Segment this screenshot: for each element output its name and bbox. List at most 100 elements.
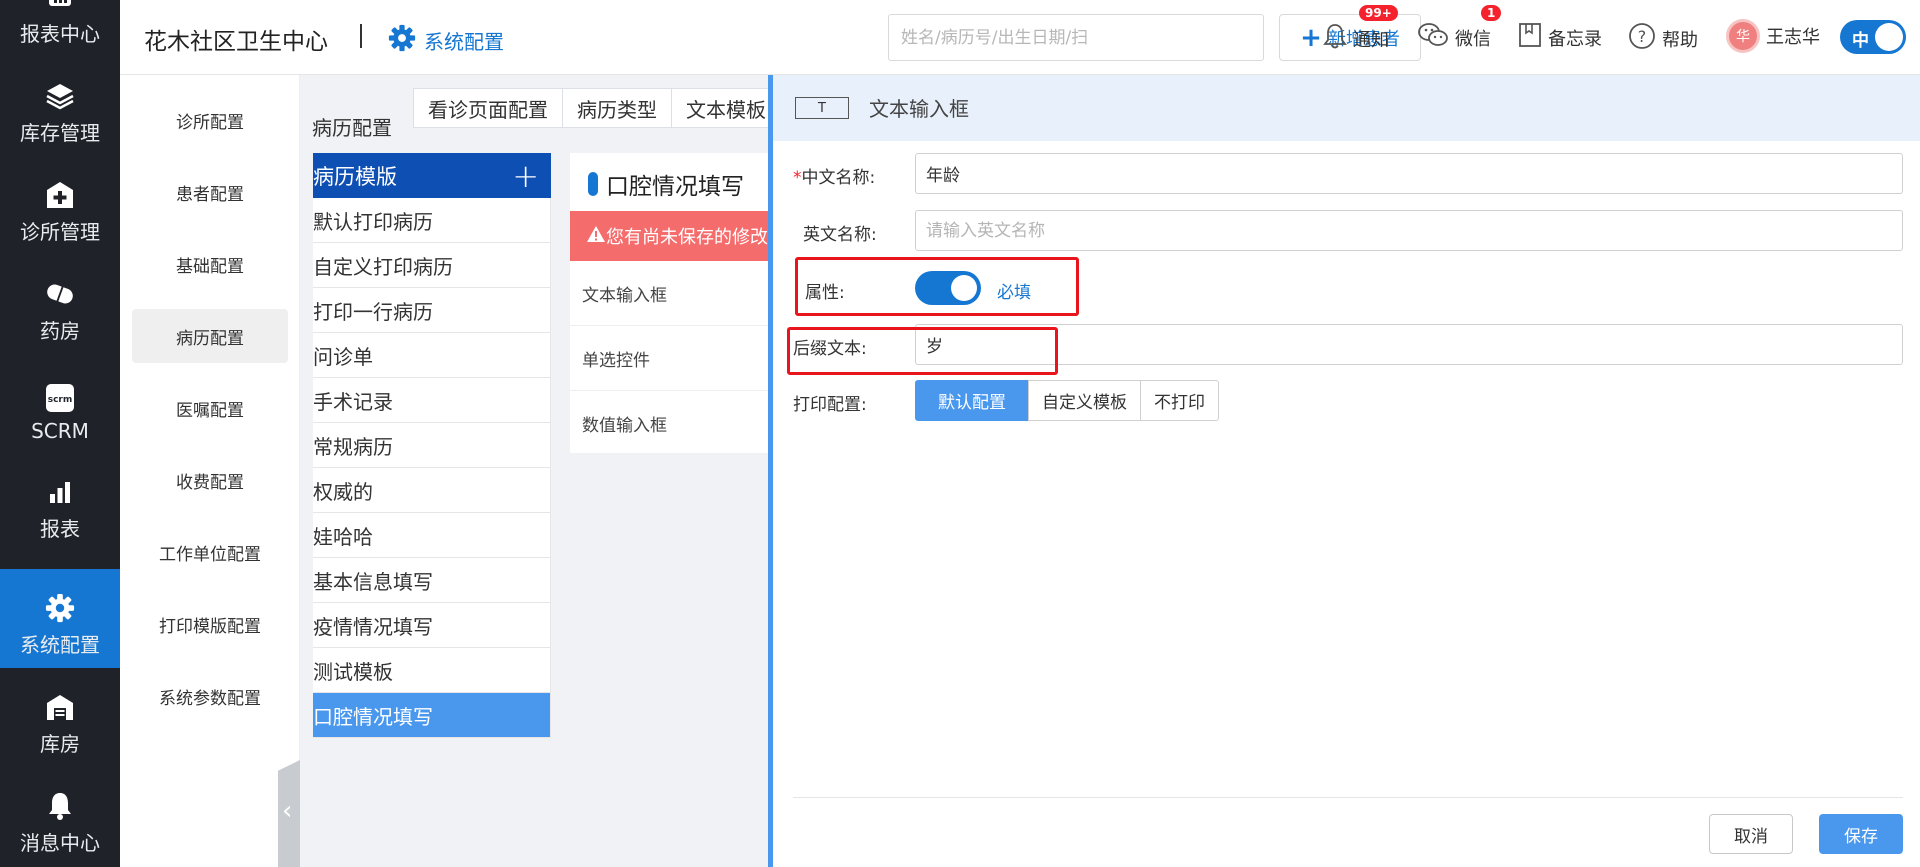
wechat-link[interactable]: 微信 1 bbox=[1417, 5, 1502, 53]
list-item[interactable]: 基本信息填写 bbox=[313, 558, 551, 603]
drawer-header: T 文本输入框 bbox=[773, 75, 1920, 141]
memo-link[interactable]: 备忘录 bbox=[1518, 22, 1602, 53]
toggle-knob bbox=[1875, 23, 1903, 51]
list-item[interactable]: 疫情情况填写 bbox=[313, 603, 551, 648]
config-menu-charges[interactable]: 收费配置 bbox=[132, 453, 288, 507]
tab-text-template[interactable]: 文本模板 bbox=[671, 88, 781, 128]
toggle-knob bbox=[951, 275, 977, 301]
template-title-text: 口腔情况填写 bbox=[606, 174, 744, 200]
chevron-left-icon: ‹ bbox=[282, 796, 293, 826]
left-nav: 报表中心 库存管理 诊所管理 药房 scrm SCRM 报表 系统配置 库房 消… bbox=[0, 0, 120, 867]
control-item-radio[interactable]: 单选控件 bbox=[570, 327, 770, 391]
required-label: 必填 bbox=[997, 283, 1031, 303]
config-menu-patient[interactable]: 患者配置 bbox=[132, 165, 288, 219]
clinic-plus-icon bbox=[45, 180, 75, 210]
gear-icon bbox=[388, 24, 416, 57]
en-name-input[interactable] bbox=[915, 210, 1903, 251]
nav-item-clinic[interactable]: 诊所管理 bbox=[0, 156, 120, 255]
list-item-selected[interactable]: 口腔情况填写 bbox=[313, 693, 551, 738]
svg-text:scrm: scrm bbox=[48, 395, 73, 405]
cn-name-input[interactable] bbox=[915, 153, 1903, 194]
list-item[interactable]: 权威的 bbox=[313, 468, 551, 513]
config-tabs: 看诊页面配置 病历类型 文本模板 bbox=[413, 88, 781, 128]
page-title: 病历配置 bbox=[312, 116, 392, 140]
list-item[interactable]: 自定义打印病历 bbox=[313, 243, 551, 288]
nav-label: 诊所管理 bbox=[20, 220, 100, 244]
list-item[interactable]: 常规病历 bbox=[313, 423, 551, 468]
breadcrumb: 系统配置 bbox=[388, 24, 504, 57]
template-list-title: 病历模版 bbox=[313, 164, 397, 189]
config-menu-basic[interactable]: 基础配置 bbox=[132, 237, 288, 291]
en-name-label: 英文名称: bbox=[803, 225, 877, 245]
cn-name-label: *中文名称: bbox=[793, 163, 875, 188]
nav-item-scrm[interactable]: scrm SCRM bbox=[0, 354, 120, 453]
user-menu[interactable]: 华 王志华 bbox=[1726, 19, 1820, 53]
notify-link[interactable]: 通知 99+ bbox=[1323, 5, 1398, 55]
print-config-segmented: 默认配置 自定义模板 不打印 bbox=[915, 380, 1219, 421]
control-item-text-input[interactable]: 文本输入框 bbox=[570, 262, 770, 326]
cancel-button[interactable]: 取消 bbox=[1709, 814, 1793, 854]
nav-item-warehouse[interactable]: 库房 bbox=[0, 668, 120, 767]
footer-divider bbox=[793, 797, 1903, 798]
print-option-custom[interactable]: 自定义模板 bbox=[1028, 380, 1141, 421]
config-menu-orders[interactable]: 医嘱配置 bbox=[132, 381, 288, 435]
print-option-none[interactable]: 不打印 bbox=[1140, 380, 1219, 421]
config-menu-print-template[interactable]: 打印模版配置 bbox=[132, 597, 288, 651]
config-menu-medical-record[interactable]: 病历配置 bbox=[132, 309, 288, 363]
patient-search-input[interactable] bbox=[888, 14, 1264, 61]
required-toggle[interactable] bbox=[915, 271, 981, 305]
notify-label: 通知 bbox=[1353, 29, 1389, 51]
control-item-number-input[interactable]: 数值输入框 bbox=[570, 392, 770, 453]
save-button[interactable]: 保存 bbox=[1819, 814, 1903, 854]
collapse-sidebar-button[interactable]: ‹ bbox=[278, 760, 300, 867]
suffix-label: 后缀文本: bbox=[793, 339, 867, 359]
tab-visit-page-config[interactable]: 看诊页面配置 bbox=[413, 88, 563, 128]
nav-item-messages[interactable]: 消息中心 bbox=[0, 767, 120, 866]
add-template-icon[interactable]: + bbox=[512, 160, 539, 192]
nav-item-report-center[interactable]: 报表中心 bbox=[0, 0, 120, 57]
layers-icon bbox=[45, 81, 75, 111]
nav-label: 系统配置 bbox=[20, 633, 100, 657]
tab-record-type[interactable]: 病历类型 bbox=[562, 88, 672, 128]
template-title: 口腔情况填写 bbox=[588, 167, 744, 201]
help-icon: ? bbox=[1628, 22, 1656, 55]
suffix-input[interactable] bbox=[915, 324, 1903, 365]
print-option-default[interactable]: 默认配置 bbox=[915, 380, 1029, 421]
nav-label: 药房 bbox=[40, 319, 80, 343]
template-list: 病历模版 + 默认打印病历 自定义打印病历 打印一行病历 问诊单 手术记录 常规… bbox=[313, 153, 551, 738]
nav-label: 报表 bbox=[40, 517, 80, 541]
list-item[interactable]: 打印一行病历 bbox=[313, 288, 551, 333]
warehouse-icon bbox=[45, 692, 75, 722]
list-item[interactable]: 问诊单 bbox=[313, 333, 551, 378]
config-menu-system-params[interactable]: 系统参数配置 bbox=[132, 669, 288, 723]
list-item[interactable]: 手术记录 bbox=[313, 378, 551, 423]
plus-icon: + bbox=[1300, 22, 1322, 53]
language-label: 中 bbox=[1852, 31, 1869, 51]
nav-item-pharmacy[interactable]: 药房 bbox=[0, 255, 120, 354]
nav-label: 库存管理 bbox=[20, 121, 100, 145]
list-item[interactable]: 默认打印病历 bbox=[313, 198, 551, 243]
user-name: 王志华 bbox=[1766, 27, 1820, 48]
nav-label: 库房 bbox=[40, 732, 80, 756]
header-divider bbox=[360, 24, 362, 48]
bar-chart-icon bbox=[45, 477, 75, 507]
pill-icon bbox=[45, 279, 75, 309]
title-accent-bar bbox=[588, 172, 598, 196]
help-link[interactable]: ? 帮助 bbox=[1628, 22, 1698, 55]
help-label: 帮助 bbox=[1662, 29, 1698, 51]
nav-item-inventory[interactable]: 库存管理 bbox=[0, 57, 120, 156]
config-menu-work-unit[interactable]: 工作单位配置 bbox=[132, 525, 288, 579]
config-menu-clinic[interactable]: 诊所配置 bbox=[132, 93, 288, 147]
drawer-title: 文本输入框 bbox=[869, 97, 969, 121]
list-item[interactable]: 娃哈哈 bbox=[313, 513, 551, 558]
nav-item-reports[interactable]: 报表 bbox=[0, 453, 120, 552]
bell-outline-icon bbox=[1323, 22, 1347, 55]
bell-icon bbox=[45, 791, 75, 821]
attr-label: 属性: bbox=[805, 283, 845, 303]
language-toggle[interactable]: 中 bbox=[1840, 20, 1906, 54]
nav-item-system-config[interactable]: 系统配置 bbox=[0, 569, 120, 668]
unsaved-warning: 您有尚未保存的修改 bbox=[570, 211, 770, 261]
wechat-badge: 1 bbox=[1481, 5, 1502, 21]
avatar: 华 bbox=[1726, 19, 1760, 53]
list-item[interactable]: 测试模板 bbox=[313, 648, 551, 693]
